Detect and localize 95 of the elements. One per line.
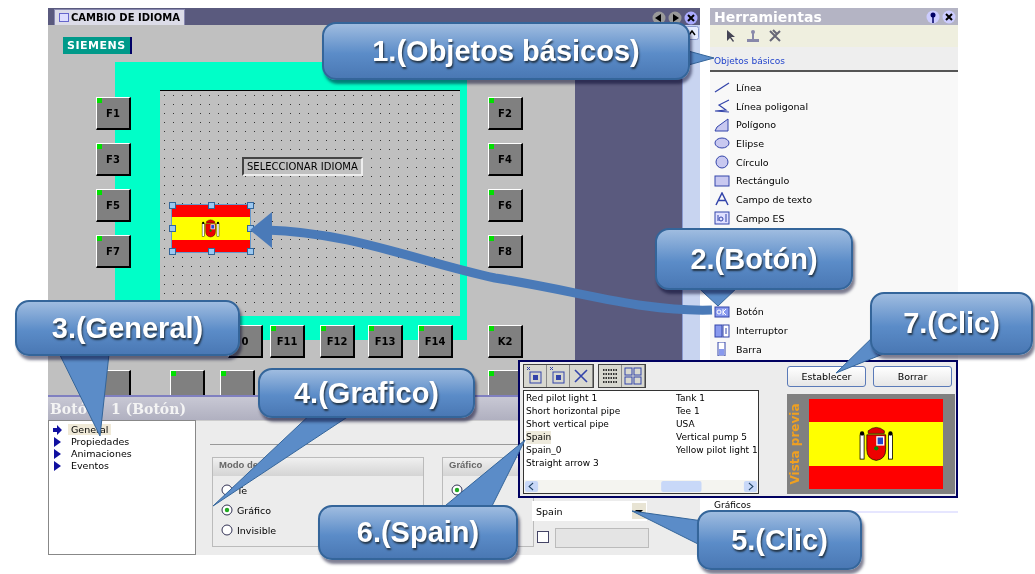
panel-title: Herramientas xyxy=(714,8,822,25)
callout: 5.(Clic) xyxy=(697,510,862,570)
tree-item[interactable]: Eventos xyxy=(68,460,112,471)
graphic-list-item[interactable]: Vertical pump 5 xyxy=(676,431,748,444)
preview-label: Vista previa xyxy=(788,403,802,485)
graphic-list-item[interactable]: Tank 1 xyxy=(676,392,706,405)
tool-item[interactable]: Elipse xyxy=(714,134,958,153)
tool-item[interactable]: Línea poligonal xyxy=(714,96,958,116)
radio-label: Gráfico xyxy=(237,504,272,516)
screen-label: SELECCIONAR IDIOMA xyxy=(242,157,363,176)
editor-tab[interactable]: CAMBIO DE IDIOMA xyxy=(54,9,185,25)
function-key[interactable]: K2 xyxy=(488,325,523,358)
tool-icon xyxy=(714,117,730,132)
resize-handle[interactable] xyxy=(208,202,215,209)
tool-item[interactable]: Campo ES xyxy=(714,208,958,228)
resize-handle[interactable] xyxy=(169,225,176,232)
function-key[interactable]: F2 xyxy=(488,97,523,130)
function-key[interactable]: F3 xyxy=(96,143,131,176)
function-key[interactable] xyxy=(170,370,205,395)
pin-icon[interactable] xyxy=(926,9,940,24)
panel-title: 1 (Botón) xyxy=(111,400,186,417)
expand-arrow-icon[interactable] xyxy=(53,448,62,459)
horizontal-scrollbar[interactable] xyxy=(524,480,758,493)
function-key[interactable]: F4 xyxy=(488,143,523,176)
radio-button[interactable] xyxy=(221,524,233,536)
tool-icon xyxy=(714,211,730,226)
close-icon[interactable] xyxy=(942,9,956,24)
callout: 6.(Spain) xyxy=(318,505,518,560)
tree-item[interactable]: Animaciones xyxy=(68,448,135,459)
function-key[interactable]: F8 xyxy=(488,235,523,268)
tool-icon xyxy=(714,99,730,114)
graphic-list-item[interactable]: Short horizontal pipe xyxy=(526,405,621,418)
panel-title: Botó xyxy=(50,400,87,417)
graphic-list-item[interactable]: Short vertical pipe xyxy=(526,418,609,431)
section-header[interactable]: Objetos básicos xyxy=(714,56,785,66)
tool-icon xyxy=(714,136,730,151)
expand-arrow-icon[interactable] xyxy=(53,436,62,447)
graphic-list-item[interactable]: Spain_0 xyxy=(526,444,562,457)
function-key[interactable]: F13 xyxy=(368,325,403,358)
tool-icon xyxy=(714,80,730,95)
graphic-list-item[interactable]: Tee 1 xyxy=(676,405,700,418)
tool-icon xyxy=(714,155,730,170)
tool-icon xyxy=(714,173,730,188)
function-key[interactable]: F12 xyxy=(320,325,355,358)
resize-handle[interactable] xyxy=(169,202,176,209)
tool-icon xyxy=(714,304,730,319)
dialog-button[interactable]: Establecer xyxy=(787,366,866,387)
resize-handle[interactable] xyxy=(208,248,215,255)
flag-button[interactable] xyxy=(172,205,250,252)
delete-icon[interactable] xyxy=(570,365,593,387)
checkbox[interactable] xyxy=(537,531,549,543)
resize-handle[interactable] xyxy=(169,248,176,255)
dialog-button[interactable]: Borrar xyxy=(873,366,952,387)
resize-handle[interactable] xyxy=(247,248,254,255)
screen-icon xyxy=(59,13,69,22)
expand-arrow-icon[interactable] xyxy=(53,460,62,471)
callout: 7.(Clic) xyxy=(870,292,1033,355)
function-key[interactable]: F5 xyxy=(96,189,131,222)
graphic-list-item[interactable]: Yellow pilot light 1 xyxy=(676,444,758,457)
new-graphic-icon[interactable] xyxy=(524,365,547,387)
open-graphic-icon[interactable] xyxy=(547,365,570,387)
grid-view-icon[interactable] xyxy=(622,365,645,387)
tree-item[interactable]: Propiedades xyxy=(68,436,133,447)
close-icon[interactable] xyxy=(684,11,698,25)
radio-label: Invisible xyxy=(237,524,277,536)
tools-icon[interactable] xyxy=(768,29,782,43)
tool-item[interactable]: Polígono xyxy=(714,115,958,135)
function-key[interactable]: F14 xyxy=(418,325,453,358)
callout: 4.(Grafico) xyxy=(258,368,475,418)
tool-item[interactable]: Campo de texto xyxy=(714,190,958,209)
function-key[interactable]: F11 xyxy=(270,325,305,358)
callout: 2.(Botón) xyxy=(655,228,853,290)
callout: 3.(General) xyxy=(15,300,240,356)
dropdown[interactable]: Spain xyxy=(532,501,647,521)
callout: 1.(Objetos básicos) xyxy=(322,22,690,80)
tool-item[interactable]: Rectángulo xyxy=(714,171,958,191)
resize-handle[interactable] xyxy=(247,202,254,209)
tool-icon xyxy=(714,323,730,338)
function-key[interactable]: F1 xyxy=(96,97,131,130)
graphic-list-item[interactable]: Red pilot light 1 xyxy=(526,392,598,405)
function-key[interactable]: F7 xyxy=(96,235,131,268)
stamp-icon[interactable] xyxy=(746,29,760,43)
tool-item[interactable]: Línea xyxy=(714,78,958,97)
logo: SIEMENS xyxy=(63,37,132,54)
list-view-icon[interactable] xyxy=(599,365,622,387)
radio-button[interactable] xyxy=(221,504,233,516)
graphic-list-item[interactable]: Spain xyxy=(526,431,552,444)
coat-of-arms-icon xyxy=(200,217,222,240)
function-key[interactable]: F6 xyxy=(488,189,523,222)
tool-item[interactable]: Círculo xyxy=(714,152,958,172)
expand-arrow-icon[interactable] xyxy=(53,424,62,435)
input-field[interactable] xyxy=(555,528,649,548)
tool-icon xyxy=(714,192,730,207)
function-key[interactable] xyxy=(220,370,255,395)
graphic-list-item[interactable]: USA xyxy=(676,418,695,431)
